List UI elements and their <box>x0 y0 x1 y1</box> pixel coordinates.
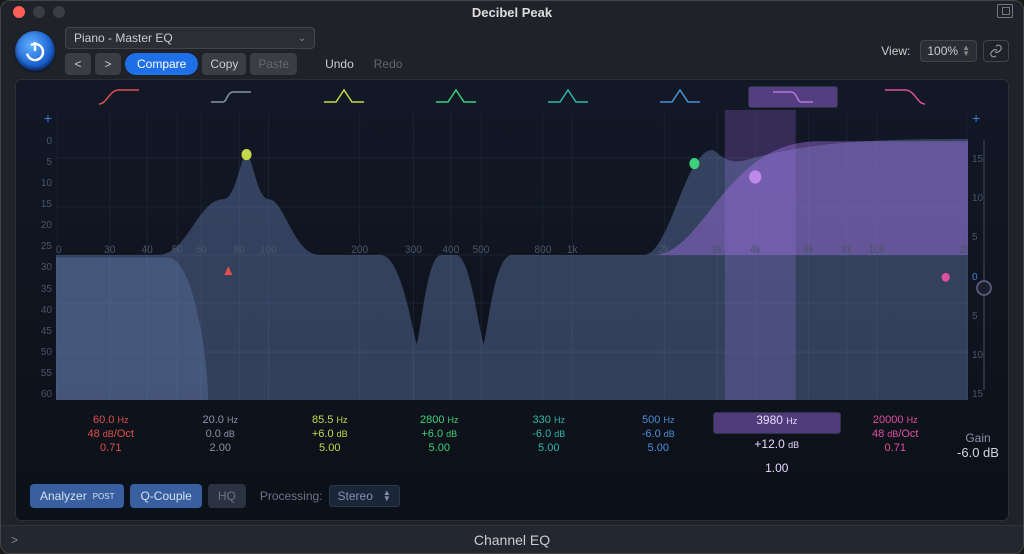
close-icon[interactable] <box>13 6 25 18</box>
svg-text:300: 300 <box>405 243 422 256</box>
svg-text:2k: 2k <box>659 243 670 256</box>
compare-button[interactable]: Compare <box>125 53 198 75</box>
power-button[interactable] <box>15 31 55 71</box>
q-couple-toggle[interactable]: Q-Couple <box>130 484 201 508</box>
preset-name: Piano - Master EQ <box>74 31 173 45</box>
processing-selector[interactable]: Stereo ▲▼ <box>329 485 400 507</box>
band-params-8[interactable]: 20000 Hz48 dB/Oct0.71 <box>841 412 951 472</box>
svg-text:500: 500 <box>473 243 490 256</box>
undo-button[interactable]: Undo <box>317 53 362 75</box>
titlebar: Decibel Peak <box>1 1 1023 23</box>
eq-graph[interactable]: 20 30 40 50 60 80 100 200 300 400 500 800 1k 2k 3k 4k 6k… <box>56 110 968 400</box>
master-gain-readout: Gain -6.0 dB <box>954 431 1002 460</box>
bottom-controls: AnalyzerPOST Q-Couple HQ Processing: Ste… <box>30 482 994 510</box>
paste-button[interactable]: Paste <box>250 53 297 75</box>
gain-thumb[interactable] <box>976 280 992 296</box>
band-type-8[interactable] <box>860 88 950 106</box>
svg-text:200: 200 <box>351 243 368 256</box>
band-params-1[interactable]: 60.0 Hz48 dB/Oct0.71 <box>56 412 166 472</box>
chevron-down-icon: ⌄ <box>298 33 306 44</box>
popout-icon[interactable] <box>997 4 1013 18</box>
band-type-5[interactable] <box>523 88 613 106</box>
footer: > Channel EQ <box>1 525 1023 553</box>
svg-text:8k: 8k <box>841 243 852 256</box>
band-params-4[interactable]: 2800 Hz+6.0 dB5.00 <box>385 412 495 472</box>
svg-text:6k: 6k <box>803 243 814 256</box>
copy-button[interactable]: Copy <box>202 53 246 75</box>
preset-selector[interactable]: Piano - Master EQ ⌄ <box>65 27 315 49</box>
svg-text:800: 800 <box>535 243 552 256</box>
link-button[interactable] <box>983 40 1009 62</box>
prev-preset-button[interactable]: < <box>65 53 91 75</box>
band-type-3[interactable] <box>299 88 389 106</box>
band-params-7[interactable]: 3980 Hz+12.0 dB1.00 <box>713 412 841 434</box>
band-params-3[interactable]: 85.5 Hz+6.0 dB5.00 <box>275 412 385 472</box>
band-params-6[interactable]: 500 Hz-6.0 dB5.00 <box>604 412 714 472</box>
analyzer-toggle[interactable]: AnalyzerPOST <box>30 484 124 508</box>
band-type-6[interactable] <box>635 88 725 106</box>
svg-text:1k: 1k <box>567 243 578 256</box>
master-gain-slider[interactable] <box>974 140 994 390</box>
toolbar: Piano - Master EQ ⌄ < > Compare Copy Pas… <box>1 23 1023 79</box>
band-params-2[interactable]: 20.0 Hz0.0 dB2.00 <box>166 412 276 472</box>
svg-text:3k: 3k <box>712 243 723 256</box>
minimize-icon[interactable] <box>33 6 45 18</box>
band-type-2[interactable] <box>186 88 276 106</box>
zoom-selector[interactable]: 100% ▲▼ <box>920 40 977 62</box>
svg-text:50: 50 <box>172 243 183 256</box>
hq-toggle[interactable]: HQ <box>208 484 246 508</box>
window-title: Decibel Peak <box>1 5 1023 20</box>
svg-text:10k: 10k <box>869 243 886 256</box>
svg-text:20k: 20k <box>960 243 968 256</box>
band-type-7[interactable] <box>748 86 838 108</box>
plugin-name: Channel EQ <box>474 532 550 548</box>
axis-left: +051015202530354045505560 <box>24 110 52 400</box>
processing-label: Processing: <box>260 489 323 503</box>
next-preset-button[interactable]: > <box>95 53 121 75</box>
svg-text:40: 40 <box>142 243 153 256</box>
svg-text:100: 100 <box>260 243 277 256</box>
view-label: View: <box>881 44 910 58</box>
svg-text:30: 30 <box>104 243 115 256</box>
zoom-window-icon[interactable] <box>53 6 65 18</box>
band-type-1[interactable] <box>74 88 164 106</box>
band-params-5[interactable]: 330 Hz-6.0 dB5.00 <box>494 412 604 472</box>
svg-text:400: 400 <box>442 243 459 256</box>
svg-text:80: 80 <box>234 243 245 256</box>
eq-area: +051015202530354045505560 +15105051015 <box>15 79 1009 521</box>
redo-button[interactable]: Redo <box>366 53 411 75</box>
svg-text:60: 60 <box>195 243 206 256</box>
svg-text:4k: 4k <box>750 243 761 256</box>
band-type-4[interactable] <box>411 88 501 106</box>
svg-text:20: 20 <box>56 243 62 256</box>
disclosure-icon[interactable]: > <box>11 533 18 547</box>
